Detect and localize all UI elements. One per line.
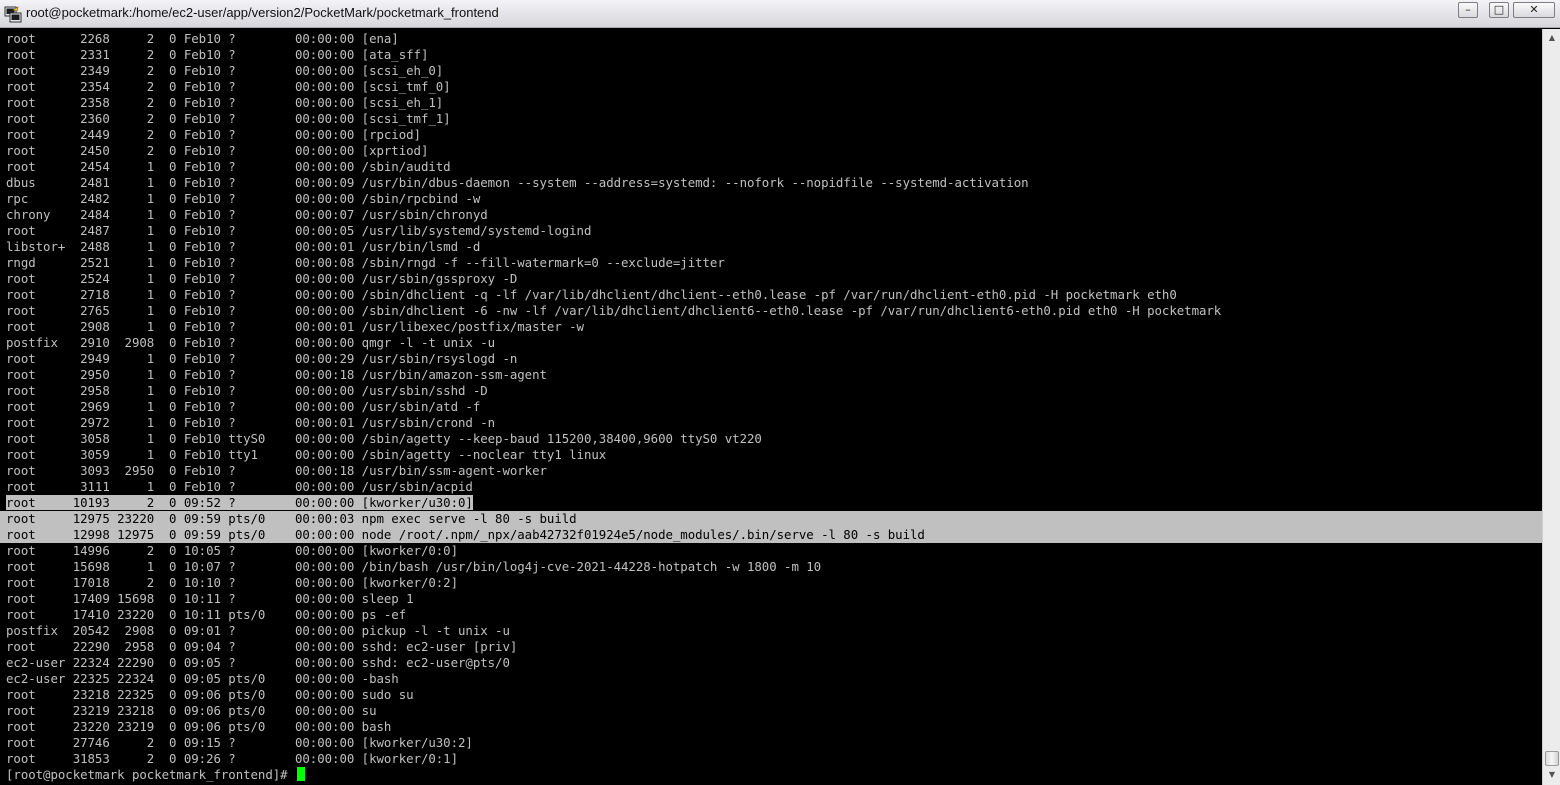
terminal-line: root 2454 1 0 Feb10 ? 00:00:00 /sbin/aud… xyxy=(6,159,451,174)
terminal-line: root 2487 1 0 Feb10 ? 00:00:05 /usr/lib/… xyxy=(6,223,592,238)
terminal-line: root 2524 1 0 Feb10 ? 00:00:00 /usr/sbin… xyxy=(6,271,518,286)
window-title: root@pocketmark:/home/ec2-user/app/versi… xyxy=(26,5,499,20)
terminal-line: root 27746 2 0 09:15 ? 00:00:00 [kworker… xyxy=(6,735,473,750)
terminal-line: root 3059 1 0 Feb10 tty1 00:00:00 /sbin/… xyxy=(6,447,607,462)
terminal-line: root 2949 1 0 Feb10 ? 00:00:29 /usr/sbin… xyxy=(6,351,518,366)
minimize-button[interactable]: – xyxy=(1458,2,1478,18)
terminal-line: root 23220 23219 0 09:06 pts/0 00:00:00 … xyxy=(6,719,392,734)
terminal-line: root 2765 1 0 Feb10 ? 00:00:00 /sbin/dhc… xyxy=(6,303,1222,318)
terminal-line: dbus 2481 1 0 Feb10 ? 00:00:09 /usr/bin/… xyxy=(6,175,1029,190)
command-prompt-line[interactable]: [root@pocketmark pocketmark_frontend]# xyxy=(6,767,1542,783)
terminal-line: chrony 2484 1 0 Feb10 ? 00:00:07 /usr/sb… xyxy=(6,207,488,222)
terminal-line: postfix 20542 2908 0 09:01 ? 00:00:00 pi… xyxy=(6,623,510,638)
terminal-line: root 22290 2958 0 09:04 ? 00:00:00 sshd:… xyxy=(6,639,518,654)
close-button[interactable]: ✕ xyxy=(1513,2,1555,18)
terminal-line: root 2718 1 0 Feb10 ? 00:00:00 /sbin/dhc… xyxy=(6,287,1177,302)
terminal-line: root 2950 1 0 Feb10 ? 00:00:18 /usr/bin/… xyxy=(6,367,547,382)
selected-text: root 10193 2 0 09:52 ? 00:00:00 [kworker… xyxy=(6,495,473,510)
terminal-line: root 15698 1 0 10:07 ? 00:00:00 /bin/bas… xyxy=(6,559,822,574)
terminal-line: rpc 2482 1 0 Feb10 ? 00:00:00 /sbin/rpcb… xyxy=(6,191,481,206)
terminal-line: root 17410 23220 0 10:11 pts/0 00:00:00 … xyxy=(6,607,407,622)
terminal-output[interactable]: root 2268 2 0 Feb10 ? 00:00:00 [ena] roo… xyxy=(0,29,1542,785)
up-arrow-icon[interactable]: ▲ xyxy=(1544,30,1560,46)
terminal-line: root 2969 1 0 Feb10 ? 00:00:00 /usr/sbin… xyxy=(6,399,481,414)
terminal-line: root 31853 2 0 09:26 ? 00:00:00 [kworker… xyxy=(6,751,458,766)
terminal-line: root 2268 2 0 Feb10 ? 00:00:00 [ena] xyxy=(6,31,399,46)
terminal-line: root 2354 2 0 Feb10 ? 00:00:00 [scsi_tmf… xyxy=(6,79,451,94)
terminal-line: root 2449 2 0 Feb10 ? 00:00:00 [rpciod] xyxy=(6,127,421,142)
window-titlebar[interactable]: root@pocketmark:/home/ec2-user/app/versi… xyxy=(0,0,1560,28)
terminal-line: postfix 2910 2908 0 Feb10 ? 00:00:00 qmg… xyxy=(6,335,496,350)
terminal-line: root 2450 2 0 Feb10 ? 00:00:00 [xprtiod] xyxy=(6,143,429,158)
terminal-line: ec2-user 22324 22290 0 09:05 ? 00:00:00 … xyxy=(6,655,510,670)
terminal-line: root 2331 2 0 Feb10 ? 00:00:00 [ata_sff] xyxy=(6,47,429,62)
terminal-line: root 17409 15698 0 10:11 ? 00:00:00 slee… xyxy=(6,591,414,606)
terminal-line: root 2908 1 0 Feb10 ? 00:00:01 /usr/libe… xyxy=(6,319,584,334)
terminal-line: root 23219 23218 0 09:06 pts/0 00:00:00 … xyxy=(6,703,377,718)
terminal-line: root 23218 22325 0 09:06 pts/0 00:00:00 … xyxy=(6,687,414,702)
scrollbar-thumb[interactable] xyxy=(1545,751,1559,766)
terminal-line: root 17018 2 0 10:10 ? 00:00:00 [kworker… xyxy=(6,575,458,590)
terminal-line: rngd 2521 1 0 Feb10 ? 00:00:08 /sbin/rng… xyxy=(6,255,725,270)
terminal-line: root 3058 1 0 Feb10 ttyS0 00:00:00 /sbin… xyxy=(6,431,762,446)
terminal-line: root 2360 2 0 Feb10 ? 00:00:00 [scsi_tmf… xyxy=(6,111,451,126)
terminal-line: root 14996 2 0 10:05 ? 00:00:00 [kworker… xyxy=(6,543,458,558)
terminal-line: root 2972 1 0 Feb10 ? 00:00:01 /usr/sbin… xyxy=(6,415,496,430)
putty-icon[interactable] xyxy=(4,5,22,23)
terminal-line: libstor+ 2488 1 0 Feb10 ? 00:00:01 /usr/… xyxy=(6,239,481,254)
terminal-line: root 2358 2 0 Feb10 ? 00:00:00 [scsi_eh_… xyxy=(6,95,444,110)
terminal-line: root 3111 1 0 Feb10 ? 00:00:00 /usr/sbin… xyxy=(6,479,473,494)
text-cursor xyxy=(296,767,305,781)
terminal-line-selected: root 12998 12975 0 09:59 pts/0 00:00:00 … xyxy=(0,527,1542,543)
terminal-line: root 2958 1 0 Feb10 ? 00:00:00 /usr/sbin… xyxy=(6,383,488,398)
shell-prompt: [root@pocketmark pocketmark_frontend]# xyxy=(6,767,295,782)
terminal-line: root 3093 2950 0 Feb10 ? 00:00:18 /usr/b… xyxy=(6,463,547,478)
terminal-line-selected-partial: root 10193 2 0 09:52 ? 00:00:00 [kworker… xyxy=(6,495,1542,511)
terminal-line: root 2349 2 0 Feb10 ? 00:00:00 [scsi_eh_… xyxy=(6,63,444,78)
terminal-line: ec2-user 22325 22324 0 09:05 pts/0 00:00… xyxy=(6,671,399,686)
vertical-scrollbar[interactable]: ▲ ▼ xyxy=(1542,29,1560,785)
down-arrow-icon[interactable]: ▼ xyxy=(1544,767,1560,783)
maximize-button[interactable]: □ xyxy=(1489,2,1509,18)
terminal-line-selected: root 12975 23220 0 09:59 pts/0 00:00:03 … xyxy=(0,511,1542,527)
